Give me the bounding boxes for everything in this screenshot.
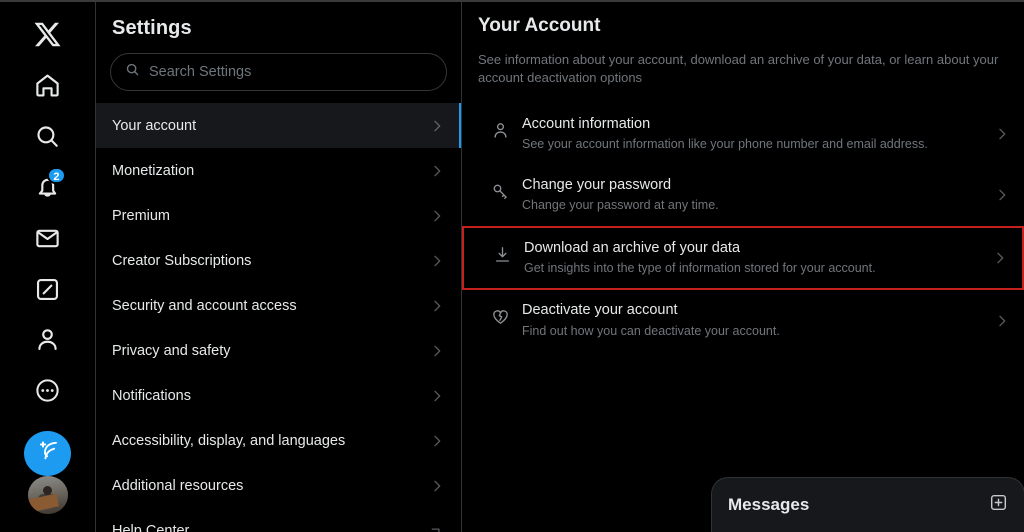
chevron-right-icon [429, 343, 445, 359]
search-settings-box[interactable] [110, 53, 447, 91]
row-title: Download an archive of your data [524, 239, 741, 256]
sidebar-item-label: Creator Subscriptions [112, 252, 252, 269]
home-icon [34, 72, 61, 99]
left-nav-rail: 2 [0, 2, 96, 532]
search-icon [125, 62, 140, 82]
row-subtitle: See your account information like your p… [522, 137, 928, 152]
messages-dock[interactable]: Messages [712, 478, 1024, 532]
nav-explore[interactable] [22, 112, 74, 162]
grok-slash-icon [34, 276, 61, 303]
chevron-right-icon [429, 163, 445, 179]
nav-more[interactable] [22, 366, 74, 416]
sidebar-item-label: Additional resources [112, 477, 244, 494]
nav-messages[interactable] [22, 213, 74, 263]
chevron-right-icon [994, 187, 1010, 203]
sidebar-item-monetization[interactable]: Monetization [96, 148, 461, 193]
chevron-right-icon [992, 250, 1008, 266]
row-change-your-password[interactable]: Change your password Change your passwor… [462, 165, 1024, 226]
row-account-information[interactable]: Account information See your account inf… [462, 104, 1024, 165]
nav-grok[interactable] [22, 264, 74, 314]
sidebar-item-accessibility-display-and-languages[interactable]: Accessibility, display, and languages [96, 418, 461, 463]
sidebar-item-label: Accessibility, display, and languages [112, 432, 346, 449]
chevron-right-icon [994, 126, 1010, 142]
person-icon [34, 326, 61, 353]
row-deactivate-your-account[interactable]: Deactivate your account Find out how you… [462, 290, 1024, 351]
row-title: Account information [522, 115, 651, 132]
row-title: Deactivate your account [522, 302, 678, 319]
chevron-right-icon [429, 433, 445, 449]
sidebar-item-label: Your account [112, 117, 197, 134]
page-title: Your Account [478, 15, 601, 36]
sidebar-item-label: Premium [112, 207, 171, 224]
chevron-right-icon [429, 478, 445, 494]
nav-x-logo[interactable] [22, 10, 74, 60]
sidebar-item-label: Security and account access [112, 297, 297, 314]
broken-heart-icon [478, 301, 522, 326]
sidebar-item-label: Monetization [112, 162, 195, 179]
sidebar-item-label: Help Center [112, 522, 190, 532]
nav-notifications[interactable]: 2 [22, 162, 74, 212]
sidebar-item-security-and-account-access[interactable]: Security and account access [96, 283, 461, 328]
sidebar-item-label: Notifications [112, 387, 191, 404]
chevron-right-icon [429, 253, 445, 269]
sidebar-item-additional-resources[interactable]: Additional resources [96, 463, 461, 508]
sidebar-item-label: Privacy and safety [112, 342, 231, 359]
nav-profile[interactable] [22, 315, 74, 365]
sidebar-item-premium[interactable]: Premium [96, 193, 461, 238]
messages-dock-title: Messages [728, 495, 810, 514]
search-icon [34, 123, 61, 150]
sidebar-item-privacy-and-safety[interactable]: Privacy and safety [96, 328, 461, 373]
settings-title: Settings [112, 17, 192, 39]
search-settings-input[interactable] [149, 64, 432, 80]
row-subtitle: Get insights into the type of informatio… [524, 261, 876, 276]
app-root: 2 Settings Search Settings Your account … [0, 0, 1024, 532]
more-dots-icon [34, 377, 61, 404]
person-icon [478, 115, 522, 140]
external-link-arrow-icon [426, 519, 449, 532]
sidebar-item-creator-subscriptions[interactable]: Creator Subscriptions [96, 238, 461, 283]
chevron-right-icon [994, 313, 1010, 329]
sidebar-item-help-center[interactable]: Help Center [96, 508, 461, 532]
account-avatar[interactable] [27, 475, 68, 514]
row-title: Change your password [522, 176, 672, 193]
download-icon [480, 239, 524, 264]
chevron-right-icon [429, 298, 445, 314]
main-header: Your Account See information about your … [462, 2, 1024, 88]
page-description: See information about your account, down… [478, 52, 999, 86]
chevron-right-icon [429, 208, 445, 224]
notifications-badge: 2 [47, 167, 66, 185]
search-settings-wrap [96, 53, 461, 103]
new-message-icon[interactable] [989, 493, 1008, 517]
nav-home[interactable] [22, 61, 74, 111]
settings-sidebar: Settings Your account Monetization [96, 2, 462, 532]
chevron-right-icon [429, 118, 445, 134]
compose-post-button[interactable] [24, 430, 71, 476]
sidebar-item-your-account[interactable]: Your account [96, 103, 461, 148]
envelope-icon [34, 225, 61, 252]
main-panel: Your Account See information about your … [462, 2, 1024, 532]
row-subtitle: Change your password at any time. [522, 198, 719, 213]
sidebar-item-notifications[interactable]: Notifications [96, 373, 461, 418]
account-options-list: Account information See your account inf… [462, 104, 1024, 351]
row-download-an-archive-of-your-data[interactable]: Download an archive of your data Get ins… [462, 225, 1024, 291]
chevron-right-icon [429, 388, 445, 404]
row-subtitle: Find out how you can deactivate your acc… [522, 323, 780, 338]
key-icon [478, 176, 522, 201]
compose-feather-icon [35, 438, 60, 468]
x-logo-icon [33, 20, 62, 49]
settings-nav-list: Your account Monetization Premium Creato… [96, 103, 461, 532]
